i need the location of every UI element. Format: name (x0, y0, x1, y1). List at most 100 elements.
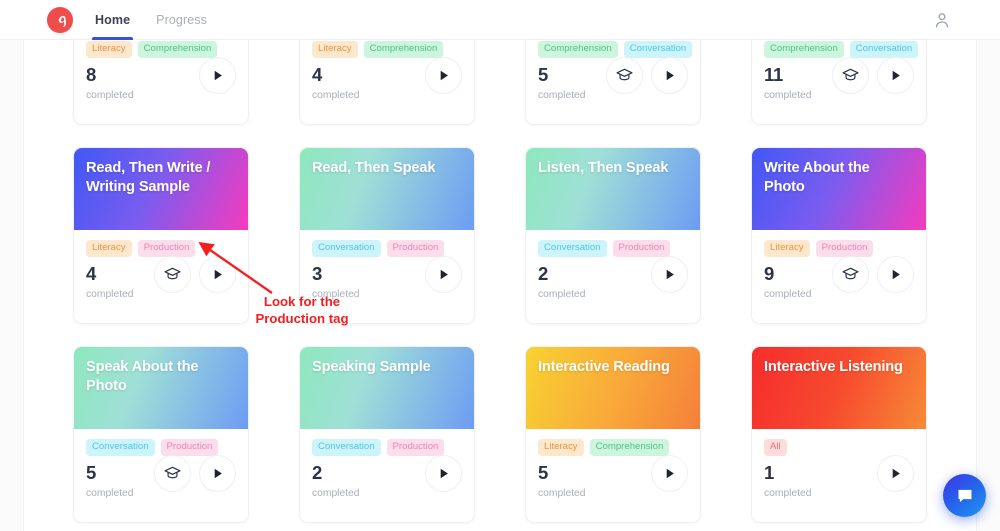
card-tag-production[interactable]: Production (815, 240, 874, 257)
play-triangle-icon (666, 468, 674, 479)
card-tag-production[interactable]: Production (137, 240, 196, 257)
practice-button[interactable] (832, 57, 869, 94)
practice-button[interactable] (606, 57, 643, 94)
play-button[interactable] (651, 455, 688, 492)
card-tag-conversation[interactable]: Conversation (623, 41, 693, 58)
card-tag-literacy[interactable]: Literacy (86, 41, 132, 58)
card-title: Interactive Listening (764, 359, 903, 375)
user-account-icon[interactable] (932, 10, 952, 30)
card-tag-comprehension[interactable]: Comprehension (538, 41, 618, 58)
activity-card[interactable]: Comprehension Conversation 11 completed (751, 40, 927, 125)
card-completed-count: 3 (312, 263, 322, 284)
activity-card[interactable]: Speaking Sample Conversation Production 2… (299, 346, 475, 523)
card-tag-literacy[interactable]: Literacy (538, 439, 584, 456)
card-tag-conversation[interactable]: Conversation (849, 41, 919, 58)
activity-card[interactable]: Literacy Comprehension 8 completed (73, 40, 249, 125)
play-button[interactable] (425, 455, 462, 492)
play-button[interactable] (199, 57, 236, 94)
play-triangle-icon (214, 468, 222, 479)
tab-progress[interactable]: Progress (156, 0, 207, 40)
app-logo-a-icon[interactable] (47, 7, 73, 33)
card-actions (877, 455, 914, 492)
play-button[interactable] (425, 256, 462, 293)
play-button[interactable] (651, 57, 688, 94)
card-actions (832, 57, 914, 94)
card-tag-literacy[interactable]: Literacy (312, 41, 358, 58)
card-tag-production[interactable]: Production (612, 240, 671, 257)
play-button[interactable] (877, 455, 914, 492)
play-triangle-icon (214, 269, 222, 280)
play-button[interactable] (199, 256, 236, 293)
card-actions (425, 256, 462, 293)
card-body: Conversation Production 2 completed (526, 230, 700, 323)
card-tag-list: All (764, 439, 914, 456)
graduation-cap-icon (164, 466, 181, 479)
card-tag-comprehension[interactable]: Comprehension (764, 41, 844, 58)
card-tag-list: Literacy Production (86, 240, 236, 257)
play-button[interactable] (651, 256, 688, 293)
card-actions (832, 256, 914, 293)
card-tag-production[interactable]: Production (386, 240, 445, 257)
card-tag-list: Literacy Comprehension (86, 41, 236, 58)
activity-card[interactable]: Interactive Listening All 1 completed (751, 346, 927, 523)
card-tag-comprehension[interactable]: Comprehension (363, 41, 444, 58)
play-button[interactable] (877, 256, 914, 293)
card-tag-conversation[interactable]: Conversation (312, 439, 381, 456)
card-banner: Read, Then Write / Writing Sample (74, 148, 248, 230)
play-triangle-icon (440, 70, 448, 81)
card-completed-label: completed (538, 89, 586, 101)
activity-card[interactable]: Literacy Comprehension 4 completed (299, 40, 475, 125)
annotation-label: Look for the Production tag (222, 294, 382, 327)
practice-button[interactable] (832, 256, 869, 293)
card-stat: 5 completed (538, 65, 586, 101)
card-tag-comprehension[interactable]: Comprehension (137, 41, 218, 58)
graduation-cap-icon (164, 267, 181, 280)
card-tag-all[interactable]: All (764, 439, 787, 456)
card-tag-literacy[interactable]: Literacy (86, 240, 132, 257)
play-triangle-icon (440, 468, 448, 479)
tab-home[interactable]: Home (91, 0, 134, 40)
practice-button[interactable] (154, 256, 191, 293)
card-title: Write About the Photo (764, 160, 870, 196)
card-completed-label: completed (86, 288, 134, 300)
card-actions (199, 57, 236, 94)
activity-card[interactable]: Write About the Photo Literacy Production… (751, 147, 927, 324)
card-banner: Read, Then Speak (300, 148, 474, 230)
app-root: Home Progress Literacy Comprehension 8 co… (0, 0, 1000, 531)
card-completed-label: completed (312, 487, 360, 499)
card-tag-conversation[interactable]: Conversation (312, 240, 381, 257)
card-tag-production[interactable]: Production (386, 439, 445, 456)
card-completed-count: 8 (86, 64, 96, 85)
card-body: Comprehension Conversation 5 completed (526, 40, 700, 124)
card-tag-conversation[interactable]: Conversation (86, 439, 155, 456)
play-button[interactable] (199, 455, 236, 492)
card-tag-list: Conversation Production (538, 240, 688, 257)
play-button[interactable] (877, 57, 914, 94)
card-actions (154, 256, 236, 293)
activity-card[interactable]: Interactive Reading Literacy Comprehensio… (525, 346, 701, 523)
activity-card[interactable]: Listen, Then Speak Conversation Productio… (525, 147, 701, 324)
card-stat: 1 completed (764, 462, 812, 499)
card-completed-label: completed (538, 288, 586, 300)
play-button[interactable] (425, 57, 462, 94)
card-tag-list: Conversation Production (312, 240, 462, 257)
app-header: Home Progress (0, 0, 1000, 40)
activity-card[interactable]: Speak About the Photo Conversation Produc… (73, 346, 249, 523)
card-tag-literacy[interactable]: Literacy (764, 240, 810, 257)
card-tag-conversation[interactable]: Conversation (538, 240, 607, 257)
practice-button[interactable] (154, 455, 191, 492)
card-tag-comprehension[interactable]: Comprehension (589, 439, 670, 456)
page-scroll-area[interactable]: Literacy Comprehension 8 completed Litera… (0, 40, 1000, 531)
card-body: Literacy Comprehension 8 completed (74, 40, 248, 124)
card-completed-count: 2 (538, 263, 548, 284)
card-completed-count: 5 (86, 462, 96, 483)
play-triangle-icon (892, 269, 900, 280)
chat-bubble-button[interactable] (943, 474, 986, 517)
activity-card[interactable]: Comprehension Conversation 5 completed (525, 40, 701, 125)
card-tag-production[interactable]: Production (160, 439, 219, 456)
graduation-cap-icon (842, 267, 859, 280)
card-completed-label: completed (86, 487, 134, 499)
card-banner: Speak About the Photo (74, 347, 248, 429)
card-completed-count: 1 (764, 462, 774, 483)
graduation-cap-icon (616, 68, 633, 81)
